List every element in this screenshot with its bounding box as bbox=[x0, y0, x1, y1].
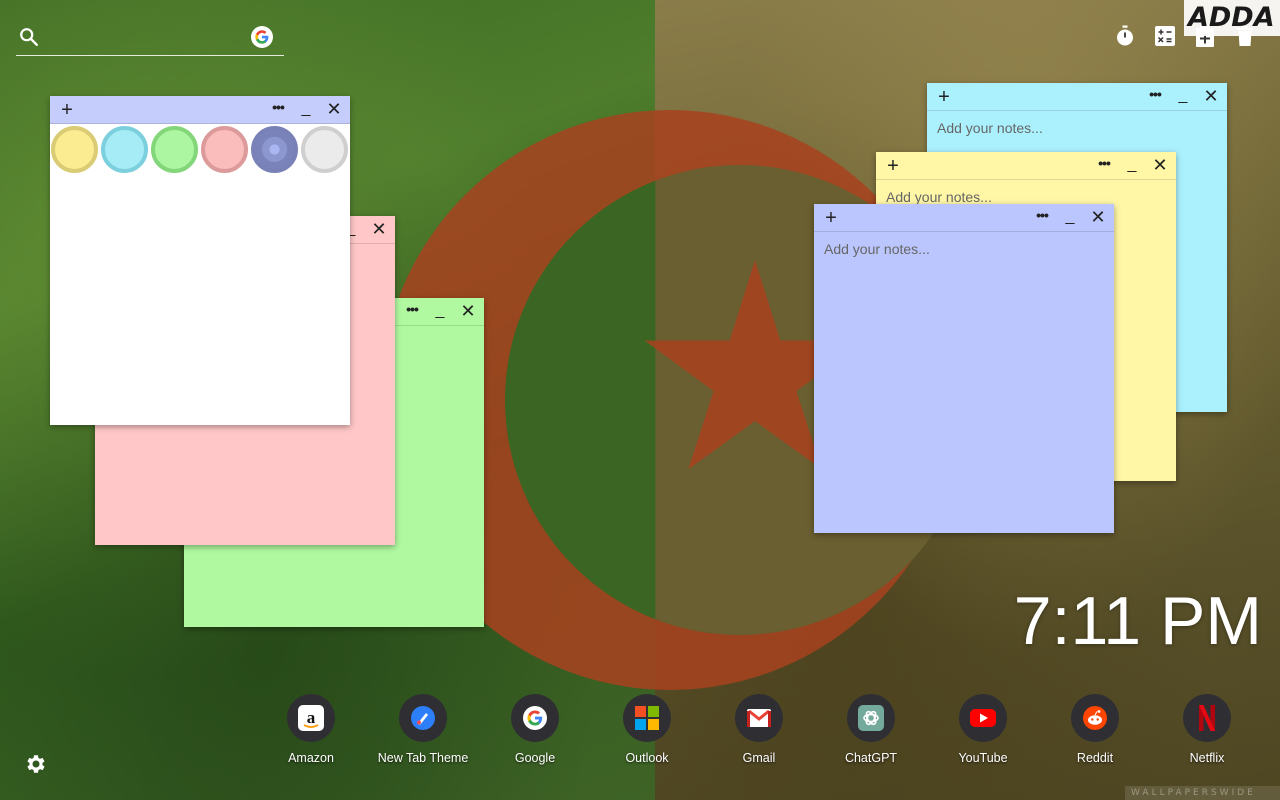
search-icon[interactable] bbox=[18, 26, 40, 48]
reddit-icon[interactable] bbox=[1071, 694, 1119, 742]
note-close-button[interactable]: ✕ bbox=[369, 218, 389, 240]
shortcut-new-tab-theme[interactable]: New Tab Theme bbox=[367, 694, 479, 765]
note-minimize-button[interactable]: _ bbox=[1060, 206, 1080, 228]
shortcut-label: Gmail bbox=[742, 751, 776, 765]
shortcut-label: Outlook bbox=[625, 751, 669, 765]
clock: 7:11 PM bbox=[1013, 583, 1262, 659]
note-minimize-button[interactable]: _ bbox=[296, 98, 316, 120]
timer-icon[interactable] bbox=[1114, 24, 1136, 48]
color-swatch-gray[interactable] bbox=[301, 126, 348, 173]
note-menu-button[interactable]: ••• bbox=[402, 300, 422, 322]
shortcut-netflix[interactable]: Netflix bbox=[1151, 694, 1263, 765]
note-close-button[interactable]: ✕ bbox=[324, 98, 344, 120]
gmail-icon[interactable] bbox=[735, 694, 783, 742]
color-swatch-pink[interactable] bbox=[201, 126, 248, 173]
shortcut-label: Amazon bbox=[288, 751, 334, 765]
note-close-button[interactable]: ✕ bbox=[1201, 85, 1221, 107]
settings-gear-icon[interactable] bbox=[24, 752, 48, 776]
shortcut-amazon[interactable]: a Amazon bbox=[255, 694, 367, 765]
shortcut-chatgpt[interactable]: ChatGPT bbox=[815, 694, 927, 765]
shortcut-label: ChatGPT bbox=[844, 751, 898, 765]
svg-text:a: a bbox=[307, 708, 316, 727]
note-close-button[interactable]: ✕ bbox=[1088, 206, 1108, 228]
shortcut-reddit[interactable]: Reddit bbox=[1039, 694, 1151, 765]
color-swatch-cyan[interactable] bbox=[101, 126, 148, 173]
note-titlebar[interactable]: + ••• _ ✕ bbox=[876, 152, 1176, 180]
google-icon[interactable] bbox=[511, 694, 559, 742]
shortcut-outlook[interactable]: Outlook bbox=[591, 694, 703, 765]
note-textarea[interactable] bbox=[814, 232, 1114, 533]
calculator-icon[interactable] bbox=[1154, 24, 1176, 48]
shortcut-dock: a Amazon New Tab Theme Google Outlook Gm… bbox=[255, 694, 1263, 765]
note-menu-button[interactable]: ••• bbox=[1145, 85, 1165, 107]
shortcut-gmail[interactable]: Gmail bbox=[703, 694, 815, 765]
note-add-button[interactable]: + bbox=[56, 99, 78, 121]
shortcut-label: YouTube bbox=[958, 751, 1008, 765]
note-add-button[interactable]: + bbox=[820, 207, 842, 229]
chatgpt-icon[interactable] bbox=[847, 694, 895, 742]
note-menu-button[interactable]: ••• bbox=[1094, 154, 1114, 176]
note-titlebar[interactable]: + ••• _ ✕ bbox=[927, 83, 1227, 111]
note-close-button[interactable]: ✕ bbox=[1150, 154, 1170, 176]
sticky-note-white[interactable]: + ••• _ ✕ bbox=[50, 96, 350, 425]
shortcut-label: Reddit bbox=[1076, 751, 1114, 765]
note-minimize-button[interactable]: _ bbox=[1122, 154, 1142, 176]
outlook-icon[interactable] bbox=[623, 694, 671, 742]
note-menu-button[interactable]: ••• bbox=[268, 98, 288, 120]
shortcut-youtube[interactable]: YouTube bbox=[927, 694, 1039, 765]
note-titlebar[interactable]: + ••• _ ✕ bbox=[814, 204, 1114, 232]
amazon-icon[interactable]: a bbox=[287, 694, 335, 742]
color-swatch-yellow[interactable] bbox=[51, 126, 98, 173]
search-bar bbox=[16, 22, 284, 56]
note-menu-button[interactable]: ••• bbox=[1032, 206, 1052, 228]
color-picker bbox=[50, 124, 349, 175]
note-minimize-button[interactable]: _ bbox=[1173, 85, 1193, 107]
note-titlebar[interactable]: + ••• _ ✕ bbox=[50, 96, 350, 124]
google-search-icon[interactable] bbox=[251, 26, 273, 48]
shortcut-label: Google bbox=[514, 751, 556, 765]
color-swatch-blue-selected[interactable] bbox=[251, 126, 298, 173]
color-swatch-green[interactable] bbox=[151, 126, 198, 173]
youtube-icon[interactable] bbox=[959, 694, 1007, 742]
new-tab-theme-icon[interactable] bbox=[399, 694, 447, 742]
shortcut-label: Netflix bbox=[1189, 751, 1225, 765]
note-add-button[interactable]: + bbox=[882, 155, 904, 177]
wallpaper-watermark: WALLPAPERSWIDE bbox=[1125, 786, 1280, 800]
note-minimize-button[interactable]: _ bbox=[430, 300, 450, 322]
search-input[interactable] bbox=[48, 24, 248, 52]
shortcut-google[interactable]: Google bbox=[479, 694, 591, 765]
note-close-button[interactable]: ✕ bbox=[458, 300, 478, 322]
note-add-button[interactable]: + bbox=[933, 86, 955, 108]
shortcut-label: New Tab Theme bbox=[377, 751, 469, 765]
sticky-note-blue[interactable]: + ••• _ ✕ bbox=[814, 204, 1114, 533]
brand-tag: ADDA G bbox=[1184, 0, 1280, 36]
netflix-icon[interactable] bbox=[1183, 694, 1231, 742]
